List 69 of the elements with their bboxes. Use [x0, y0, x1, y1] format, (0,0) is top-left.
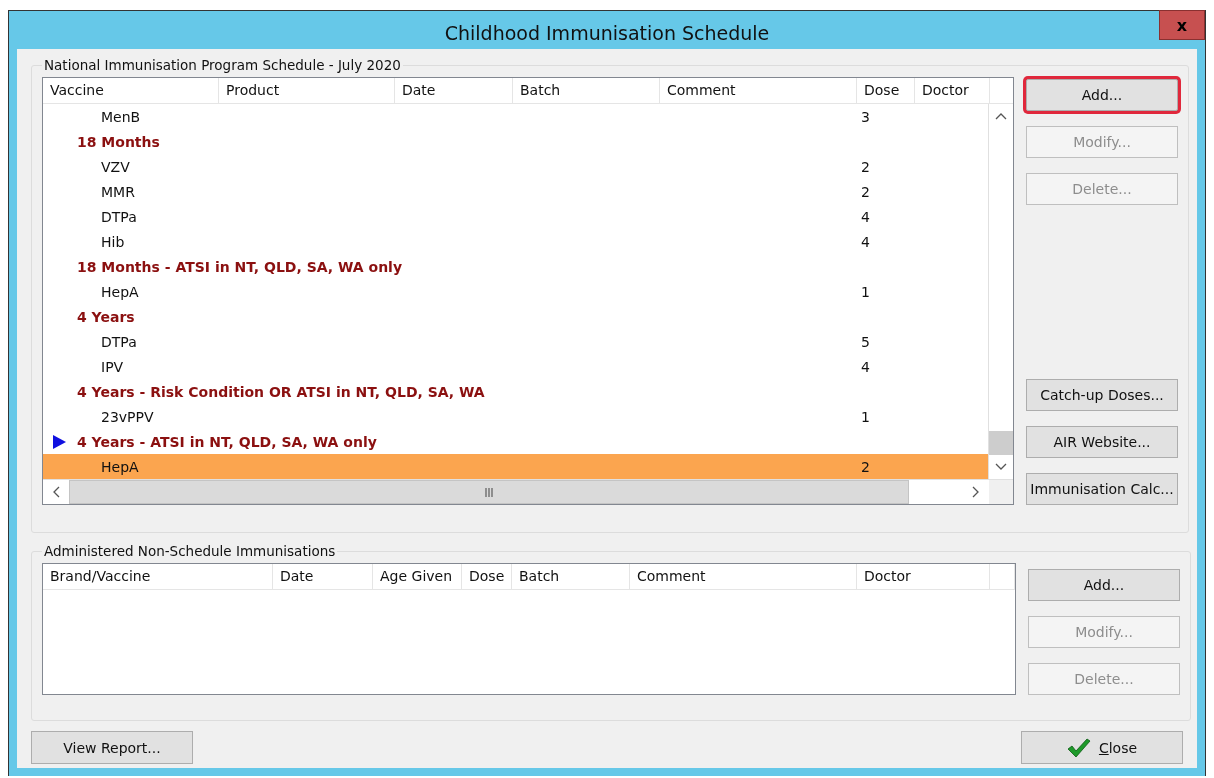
column-header[interactable]: Brand/Vaccine [43, 564, 273, 589]
scroll-thumb[interactable] [989, 431, 1013, 455]
vaccine-cell: Hib [101, 233, 125, 250]
dose-cell: 1 [861, 408, 870, 425]
vaccine-cell: MenB [101, 108, 141, 125]
dose-cell: 4 [861, 208, 870, 225]
dose-cell: 2 [861, 458, 870, 475]
schedule-row[interactable]: DTPa 5 [43, 329, 988, 354]
column-header[interactable]: Comment [660, 78, 857, 103]
age-group-label: 4 Years [77, 308, 135, 325]
schedule-row[interactable]: VZV 2 [43, 154, 988, 179]
dose-cell: 4 [861, 358, 870, 375]
scroll-corner [989, 480, 1013, 504]
vaccine-cell: 23vPPV [101, 408, 154, 425]
vaccine-cell: HepA [101, 283, 139, 300]
schedule-row[interactable]: 4 Years - Risk Condition OR ATSI in NT, QLD, SA, WA [43, 379, 988, 404]
dose-cell: 5 [861, 333, 870, 350]
schedule-row[interactable]: 4 Years [43, 304, 988, 329]
schedule-row[interactable]: 4 Years - ATSI in NT, QLD, SA, WA only [43, 429, 988, 454]
scroll-thumb[interactable] [69, 480, 909, 504]
schedule-row[interactable]: 23vPPV 1 [43, 404, 988, 429]
column-header[interactable]: Dose [462, 564, 512, 589]
dose-cell: 2 [861, 158, 870, 175]
vaccine-cell: HepA [101, 458, 139, 475]
window-title: Childhood Immunisation Schedule [443, 22, 771, 44]
vaccine-cell: DTPa [101, 333, 137, 350]
dose-cell: 1 [861, 283, 870, 300]
dialog-button[interactable]: Add... [1028, 569, 1180, 601]
dialog-button[interactable]: AIR Website... [1026, 426, 1178, 458]
schedule-row[interactable]: HepA 1 [43, 279, 988, 304]
column-header[interactable]: Age Given [373, 564, 462, 589]
age-group-label: 4 Years - Risk Condition OR ATSI in NT, QLD, SA, WA [77, 383, 485, 400]
column-header[interactable]: Batch [513, 78, 660, 103]
schedule-row[interactable]: MenB 3 [43, 104, 988, 129]
dialog-button[interactable]: Add... [1026, 79, 1178, 111]
schedule-row[interactable]: MMR 2 [43, 179, 988, 204]
schedule-row[interactable]: DTPa 4 [43, 204, 988, 229]
vaccine-cell: DTPa [101, 208, 137, 225]
column-header[interactable]: Date [395, 78, 513, 103]
dialog-button[interactable]: Catch-up Doses... [1026, 379, 1178, 411]
dose-cell: 4 [861, 233, 870, 250]
dose-cell: 2 [861, 183, 870, 200]
schedule-row[interactable]: 18 Months [43, 129, 988, 154]
age-group-label: 18 Months [77, 133, 160, 150]
vaccine-cell: VZV [101, 158, 130, 175]
age-group-label: 18 Months - ATSI in NT, QLD, SA, WA only [77, 258, 403, 275]
window-close-button[interactable]: x [1159, 10, 1205, 40]
schedule-row[interactable]: Hib 4 [43, 229, 988, 254]
schedule-row[interactable]: 18 Months - ATSI in NT, QLD, SA, WA only [43, 254, 988, 279]
age-group-label: 4 Years - ATSI in NT, QLD, SA, WA only [77, 433, 377, 450]
column-header[interactable]: Doctor [915, 78, 990, 103]
group-title: Administered Non-Schedule Immunisations [43, 543, 337, 559]
checkmark-icon [1066, 737, 1091, 758]
column-header[interactable]: Product [219, 78, 395, 103]
column-header[interactable]: Batch [512, 564, 630, 589]
schedule-row[interactable]: HepA 2 [43, 454, 988, 479]
schedule-row[interactable]: IPV 4 [43, 354, 988, 379]
column-header[interactable]: Vaccine [43, 78, 219, 103]
close-dialog-button[interactable]: Close [1021, 731, 1183, 764]
view-report-button[interactable]: View Report... [31, 731, 193, 764]
vaccine-cell: MMR [101, 183, 135, 200]
dose-cell: 3 [861, 108, 870, 125]
column-header[interactable]: Dose [857, 78, 915, 103]
group-title: National Immunisation Program Schedule - July 2020 [43, 57, 402, 73]
column-header[interactable]: Doctor [857, 564, 990, 589]
column-header[interactable]: Date [273, 564, 373, 589]
dialog-button[interactable]: Immunisation Calc... [1026, 473, 1178, 505]
column-header[interactable]: Comment [630, 564, 857, 589]
vaccine-cell: IPV [101, 358, 124, 375]
